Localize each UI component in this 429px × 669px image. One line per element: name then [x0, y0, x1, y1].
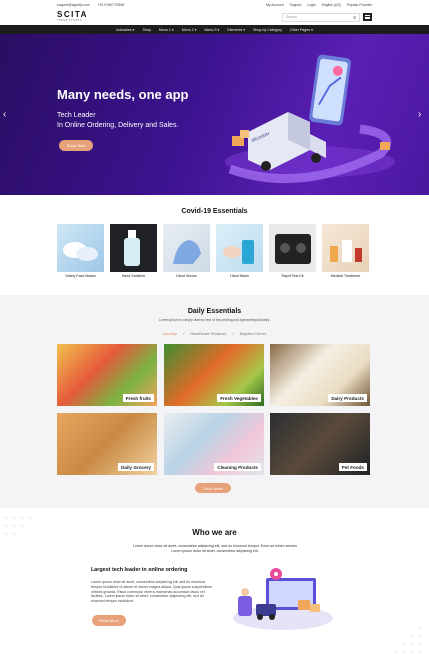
tab-staples[interactable]: Staples Corner: [240, 331, 267, 336]
who-heading: Largest tech leader in online ordering: [91, 567, 188, 573]
tile-label: Fresh Vegetables: [217, 394, 261, 402]
login-link[interactable]: Login: [307, 3, 315, 7]
tile-dairy-products[interactable]: Dairy Products: [270, 344, 370, 406]
covid-tile-medical[interactable]: [322, 224, 369, 272]
tab-separator: /: [183, 331, 185, 336]
tile-label: Cleaning Products: [214, 463, 261, 471]
email-link[interactable]: support@appsfly.com: [57, 3, 90, 7]
covid-tile-masks[interactable]: [57, 224, 104, 272]
nav-item-menu-1[interactable]: Menu 1 ▾: [159, 28, 174, 32]
covid-tile-sanitizer[interactable]: [110, 224, 157, 272]
covid-label-handwash[interactable]: Hand Wash: [216, 274, 263, 278]
hero-subtitle-1: Tech Leader: [57, 112, 96, 119]
covid-tile-gloves[interactable]: [163, 224, 210, 272]
tile-label: Fresh fruits: [122, 394, 154, 402]
hero-banner: DELIVERY Many needs, one app Tech Leader…: [0, 34, 429, 195]
covid-title: Covid-19 Essentials: [181, 208, 248, 215]
shop-more-button[interactable]: Shop More: [195, 483, 231, 493]
logo-tagline: THEME STORES: [57, 19, 82, 23]
covid-tile-testkit[interactable]: [269, 224, 316, 272]
who-subtitle-2: Lorem ipsum dolor sit amet, consectetur …: [171, 549, 259, 553]
nav-item-menu-2[interactable]: Menu 2 ▾: [182, 28, 197, 32]
tab-grocery[interactable]: Grocery: [163, 331, 177, 336]
tile-pet-foods[interactable]: Pet Foods: [270, 413, 370, 475]
tile-fresh-vegetables[interactable]: Fresh Vegetables: [164, 344, 264, 406]
provider-select[interactable]: Popular Provider: [347, 3, 372, 7]
daily-title: Daily Essentials: [187, 308, 242, 315]
tile-label: Dairy Products: [328, 394, 367, 402]
nav-item-other-pages[interactable]: Other Pages ▾: [290, 28, 313, 32]
covid-label-masks[interactable]: Safety Face Masks: [57, 274, 104, 278]
language-select[interactable]: English (US): [322, 3, 341, 7]
covid-tile-handwash[interactable]: [216, 224, 263, 272]
logo-brand: SCITA: [57, 10, 88, 20]
support-link[interactable]: Support: [290, 3, 302, 7]
tile-cleaning-products[interactable]: Cleaning Products: [164, 413, 264, 475]
hero-title: Many needs, one app: [57, 87, 189, 102]
nav-item-industries[interactable]: Industries ▾: [116, 28, 134, 32]
shop-now-button[interactable]: Shop Now: [59, 140, 93, 151]
daily-tabs: Grocery / Healthcare Products / Staples …: [0, 331, 429, 336]
tab-separator: /: [232, 331, 234, 336]
tile-label: Daily Grocery: [118, 463, 154, 471]
tile-fresh-fruits[interactable]: Fresh fruits: [57, 344, 157, 406]
search-input[interactable]: Search ⚲: [282, 12, 360, 22]
covid-label-gloves[interactable]: Hand Gloves: [163, 274, 210, 278]
nav-item-elements[interactable]: Elements ▾: [227, 28, 245, 32]
my-account-link[interactable]: My Account: [266, 3, 284, 7]
search-icon[interactable]: ⚲: [353, 15, 356, 20]
covid-label-testkit[interactable]: Rapid Test Kit: [269, 274, 316, 278]
daily-subtitle: Lorem Ipsum is simply dummy text of the …: [158, 318, 271, 322]
phone-link[interactable]: +91 97667 97668: [98, 3, 125, 7]
nav-item-shop-by-category[interactable]: Shop by Category: [253, 28, 282, 32]
search-placeholder: Search: [286, 15, 297, 19]
main-nav: Industries ▾ Shop Menu 1 ▾ Menu 2 ▾ Menu…: [0, 25, 429, 34]
tile-label: Pet Foods: [338, 463, 367, 471]
header: SCITA THEME STORES Search ⚲: [0, 9, 429, 25]
covid-label-medical[interactable]: Medical Treatment: [322, 274, 369, 278]
nav-item-shop[interactable]: Shop: [142, 28, 150, 32]
who-illustration: [233, 568, 333, 630]
chevron-left-icon[interactable]: ‹: [3, 109, 6, 120]
hero-subtitle-2: In Online Ordering, Delivery and Sales.: [57, 122, 179, 129]
covid-label-sanitizer[interactable]: Hand Sanitizer: [110, 274, 157, 278]
who-title: Who we are: [192, 528, 237, 537]
who-body: Lorem ipsum dolor sit amet, consectetur …: [91, 580, 212, 604]
menu-icon[interactable]: [363, 13, 372, 21]
tile-daily-grocery[interactable]: Daily Grocery: [57, 413, 157, 475]
top-bar: support@appsfly.com +91 97667 97668 My A…: [0, 0, 429, 9]
read-more-button[interactable]: Read More: [92, 615, 126, 626]
nav-item-menu-3[interactable]: Menu 3 ▾: [205, 28, 220, 32]
chevron-right-icon[interactable]: ›: [418, 109, 421, 120]
tab-healthcare[interactable]: Healthcare Products: [190, 331, 226, 336]
logo[interactable]: SCITA THEME STORES: [57, 11, 88, 22]
